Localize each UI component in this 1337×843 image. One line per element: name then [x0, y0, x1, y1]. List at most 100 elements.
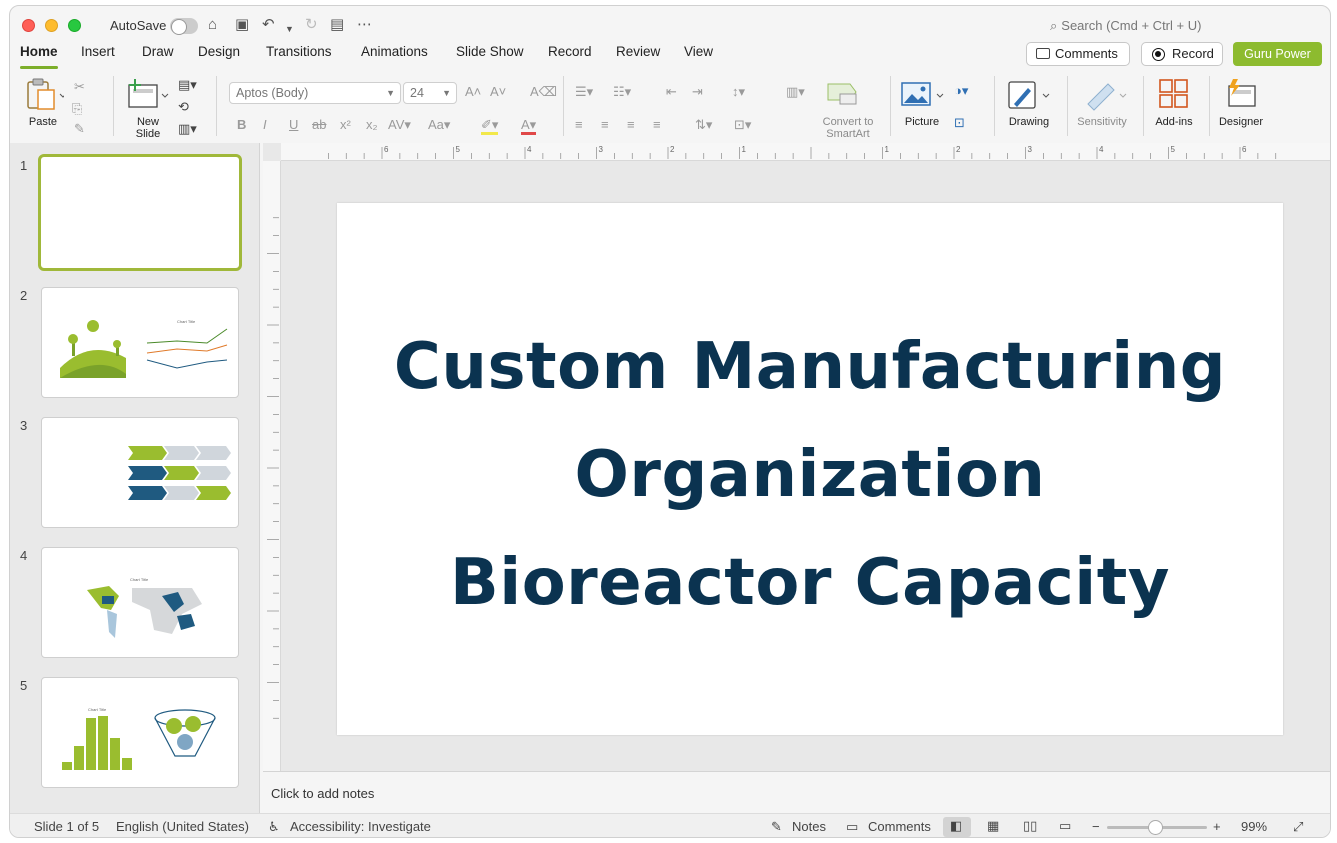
search-box[interactable]: ⌕ Search (Cmd + Ctrl + U) [1050, 18, 1201, 34]
align-center-icon[interactable]: ≡ [601, 118, 609, 132]
new-slide-icon[interactable] [126, 78, 170, 112]
cut-icon[interactable]: ✂ [74, 80, 85, 94]
svg-text:1: 1 [742, 145, 747, 154]
decrease-font-size-icon[interactable]: A˅ [490, 85, 506, 99]
svg-text:5: 5 [1171, 145, 1176, 154]
bold-icon[interactable]: B [237, 118, 246, 132]
character-spacing-icon[interactable]: AV▾ [388, 118, 411, 132]
ribbon-separator [1143, 76, 1144, 136]
subscript-icon[interactable]: x₂ [366, 118, 378, 132]
comments-button[interactable]: Comments [1026, 42, 1130, 66]
slide-show-button[interactable]: ▭ [1052, 817, 1080, 837]
italic-icon[interactable]: I [263, 118, 267, 132]
comments-toggle[interactable]: Comments [868, 819, 931, 834]
increase-font-size-icon[interactable]: A˄ [465, 85, 481, 99]
present-icon[interactable]: ▤ [330, 16, 344, 34]
tab-draw[interactable]: Draw [142, 44, 174, 59]
tab-animations[interactable]: Animations [361, 44, 428, 59]
decrease-indent-icon[interactable]: ⇤ [666, 85, 677, 99]
columns-icon[interactable]: ▥▾ [786, 85, 805, 99]
reading-view-button[interactable]: ▯▯ [1016, 817, 1044, 837]
highlight-icon[interactable]: ✐▾ [481, 118, 499, 135]
superscript-icon[interactable]: x² [340, 118, 351, 132]
undo-dropdown-chevron-icon[interactable]: ▼ [285, 20, 294, 38]
tab-slide-show[interactable]: Slide Show [456, 44, 524, 59]
increase-indent-icon[interactable]: ⇥ [692, 85, 703, 99]
picture-icon[interactable] [900, 80, 946, 108]
drawing-icon[interactable] [1006, 78, 1052, 112]
font-name-value: Aptos (Body) [236, 86, 309, 100]
bullets-icon[interactable]: ☰▾ [575, 85, 593, 99]
slide-canvas[interactable]: Custom Manufacturing Organization Biorea… [337, 203, 1283, 735]
notes-toggle[interactable]: Notes [792, 819, 826, 834]
copy-icon[interactable]: ⎘ [72, 102, 82, 116]
svg-text:4: 4 [527, 145, 532, 154]
slide-thumbnail-3[interactable] [41, 417, 239, 528]
tab-view[interactable]: View [684, 44, 713, 59]
zoom-out-button[interactable]: − [1092, 819, 1100, 834]
svg-text:2: 2 [956, 145, 961, 154]
section-icon[interactable]: ▥▾ [178, 122, 197, 136]
tab-transitions[interactable]: Transitions [266, 44, 332, 59]
close-window-button[interactable] [22, 19, 35, 32]
zoom-in-button[interactable]: + [1213, 819, 1221, 834]
zoom-window-button[interactable] [68, 19, 81, 32]
layout-icon[interactable]: ▤▾ [178, 78, 197, 92]
notes-pane[interactable]: Click to add notes [263, 771, 1330, 813]
line-spacing-icon[interactable]: ↕▾ [732, 85, 745, 99]
tab-review[interactable]: Review [616, 44, 660, 59]
zoom-level[interactable]: 99% [1241, 819, 1267, 834]
slide-thumbnail-4[interactable]: Chart Title [41, 547, 239, 658]
align-text-icon[interactable]: ⊡▾ [734, 118, 751, 132]
save-icon[interactable]: ▣ [235, 16, 249, 34]
guru-power-button[interactable]: Guru Power [1233, 42, 1322, 66]
tab-home[interactable]: Home [20, 44, 58, 69]
home-icon[interactable]: ⌂ [208, 16, 217, 34]
status-bar: Slide 1 of 5 English (United States) ♿ A… [10, 813, 1330, 837]
redo-icon[interactable]: ↻ [305, 16, 318, 34]
thumbnail-2-preview: Chart Title [60, 319, 228, 378]
tab-record[interactable]: Record [548, 44, 592, 59]
zoom-slider-handle[interactable] [1148, 820, 1163, 835]
shapes-icon[interactable]: ◑▾ [954, 84, 968, 98]
clear-formatting-icon[interactable]: A⌫ [530, 85, 557, 99]
svg-text:1: 1 [885, 145, 890, 154]
format-painter-icon[interactable]: ✎ [74, 122, 85, 136]
slide-editor: 6 5 4 3 2 1 1 2 3 4 5 6 Custom Manufacturing Organi… [263, 143, 1330, 771]
align-left-icon[interactable]: ≡ [575, 118, 583, 132]
text-box-icon[interactable]: ⊡ [954, 116, 965, 130]
accessibility-status[interactable]: Accessibility: Investigate [290, 819, 431, 834]
normal-view-button[interactable]: ◧ [943, 817, 971, 837]
paste-icon[interactable] [24, 78, 64, 112]
slide-thumbnail-5[interactable]: Chart Title [41, 677, 239, 788]
add-ins-icon[interactable] [1158, 78, 1190, 110]
autosave-toggle[interactable] [170, 18, 198, 35]
more-options-icon[interactable]: ⋯ [357, 16, 372, 34]
slide-thumbnail-1[interactable] [38, 154, 242, 271]
slide-sorter-button[interactable]: ▦ [980, 817, 1008, 837]
fit-to-window-icon[interactable]: ⤢ [1293, 819, 1303, 835]
slide-title[interactable]: Custom Manufacturing Organization Biorea… [337, 313, 1283, 637]
underline-icon[interactable]: U [289, 118, 298, 132]
tab-insert[interactable]: Insert [81, 44, 115, 59]
numbering-icon[interactable]: ☷▾ [613, 85, 631, 99]
justify-icon[interactable]: ≡ [653, 118, 661, 132]
reset-icon[interactable]: ⟲ [178, 100, 189, 114]
align-right-icon[interactable]: ≡ [627, 118, 635, 132]
minimize-window-button[interactable] [45, 19, 58, 32]
font-color-icon[interactable]: A▾ [521, 118, 537, 135]
thumbnail-number: 1 [20, 158, 28, 173]
language-indicator[interactable]: English (United States) [116, 819, 249, 834]
record-button[interactable]: Record [1141, 42, 1223, 66]
text-direction-icon[interactable]: ⇅▾ [695, 118, 712, 132]
font-name-dropdown[interactable]: Aptos (Body) ▼ [229, 82, 401, 104]
designer-icon[interactable] [1223, 78, 1259, 110]
smartart-icon[interactable] [826, 80, 860, 106]
slide-thumbnail-2[interactable]: Chart Title [41, 287, 239, 398]
strikethrough-icon[interactable]: ab [312, 118, 326, 132]
font-size-dropdown[interactable]: 24 ▼ [403, 82, 457, 104]
sensitivity-icon[interactable] [1084, 78, 1128, 112]
undo-icon[interactable]: ↶ [262, 16, 275, 34]
tab-design[interactable]: Design [198, 44, 240, 59]
change-case-icon[interactable]: Aa▾ [428, 118, 450, 132]
